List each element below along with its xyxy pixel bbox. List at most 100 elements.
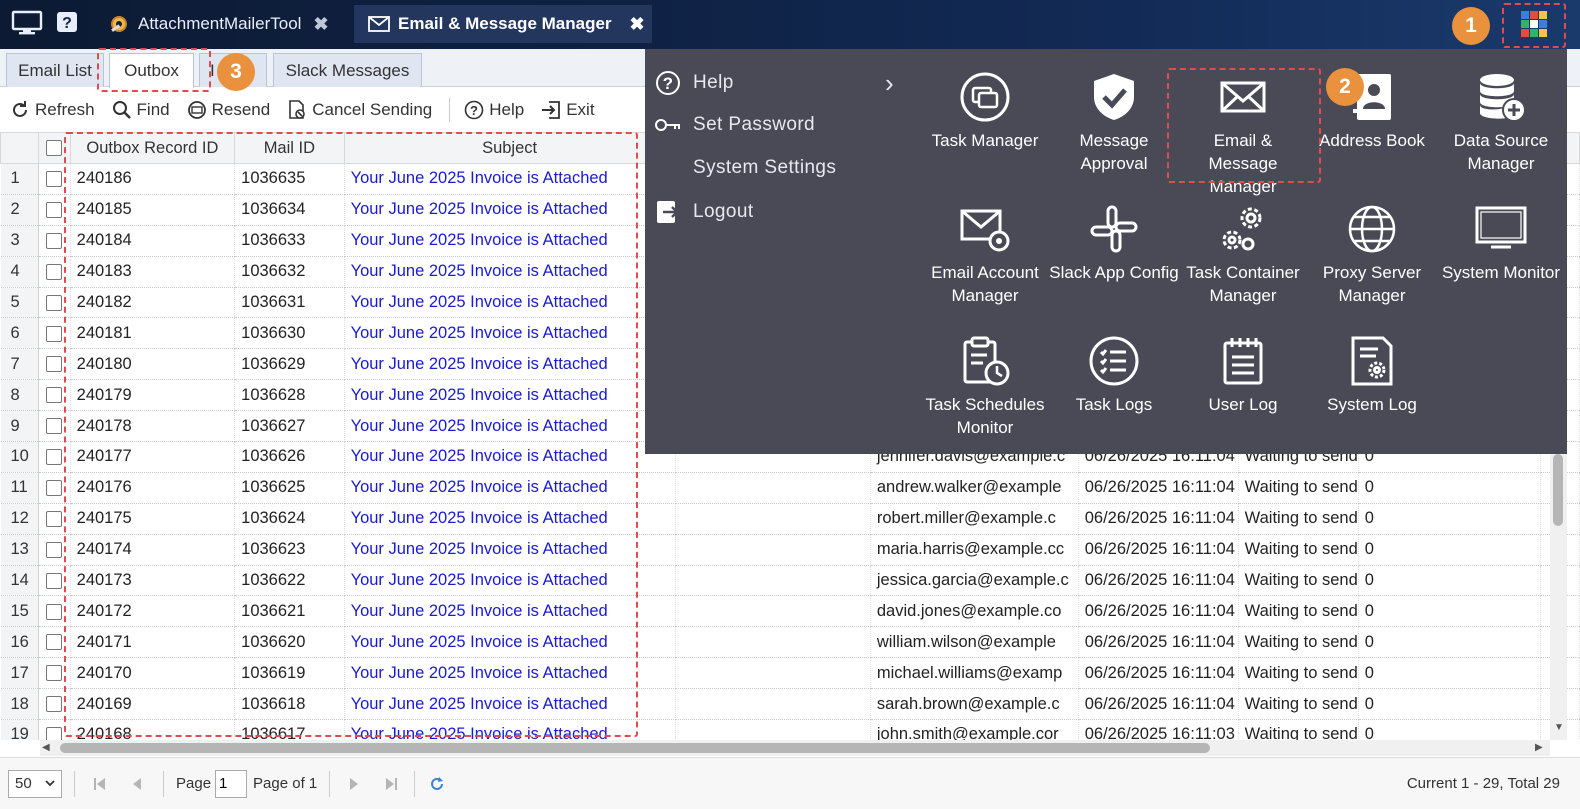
app-tab-label: Email & Message Manager (398, 14, 612, 33)
tile-data-source-manager[interactable]: Data Source Manager (1436, 71, 1566, 175)
exit-button[interactable]: Exit (541, 100, 595, 120)
app-tab-label: AttachmentMailerTool (138, 14, 302, 33)
chevron-right-icon: › (885, 68, 895, 98)
empty-cell (675, 657, 871, 690)
document-gear-icon (1307, 335, 1437, 387)
tile-label: Task Manager (931, 131, 1039, 150)
help-icon[interactable]: ? (56, 11, 78, 33)
last-page-icon[interactable] (384, 777, 398, 791)
highlight-box (64, 132, 638, 737)
app-tab-attachmentmailertool[interactable]: AttachmentMailerTool ✖ (104, 5, 339, 43)
tab-email-list[interactable]: Email List (6, 53, 104, 87)
tile-label: Address Book (1319, 131, 1425, 150)
tile-label: System Monitor (1441, 263, 1561, 282)
tile-label: Proxy Server Manager (1322, 263, 1422, 305)
empty-cell (675, 472, 871, 504)
page-size-select[interactable]: 50 (8, 769, 62, 798)
refresh-button[interactable]: Refresh (10, 100, 95, 120)
resend-button[interactable]: Resend (187, 99, 271, 120)
retry-count-cell: 0 (1358, 626, 1542, 659)
resend-icon (187, 100, 207, 120)
row-number: 3 (0, 225, 39, 257)
step-badge: 2 (1326, 68, 1364, 106)
menu-item-label: System Settings (693, 157, 837, 178)
row-number: 13 (0, 534, 39, 566)
tile-task-schedules-monitor[interactable]: Task Schedules Monitor (920, 335, 1050, 439)
tile-email-account-manager[interactable]: Email Account Manager (920, 203, 1050, 307)
recipient-cell: jessica.garcia@example.c (870, 565, 1079, 597)
reload-icon[interactable] (429, 776, 445, 792)
send-time-cell: 06/26/2025 16:11:03 (1078, 719, 1239, 740)
refresh-icon (10, 100, 30, 120)
status-cell: Waiting to send (1238, 688, 1359, 721)
menu-item-logout[interactable]: Logout (655, 199, 754, 225)
recipient-cell: andrew.walker@example (870, 472, 1079, 504)
first-page-icon[interactable] (93, 777, 107, 791)
clipboard-clock-icon (920, 335, 1050, 387)
row-number: 12 (0, 503, 39, 535)
tile-task-container-manager[interactable]: Task Container Manager (1178, 203, 1308, 307)
menu-item-system-settings[interactable]: System Settings (655, 157, 836, 179)
tile-label: Message Approval (1079, 131, 1149, 173)
tile-label: User Log (1208, 395, 1278, 414)
horizontal-scroll-thumb[interactable] (60, 743, 1210, 753)
menu-item-label: Help (693, 72, 734, 93)
vertical-scroll-thumb[interactable] (1553, 454, 1563, 526)
row-number: 1 (0, 163, 39, 195)
next-page-icon[interactable] (348, 777, 360, 791)
tile-task-manager[interactable]: Task Manager (920, 71, 1050, 152)
close-tab-icon[interactable]: ✖ (313, 14, 328, 35)
tab-slack-messages[interactable]: Slack Messages (273, 53, 422, 87)
page-number-input[interactable] (215, 769, 248, 798)
find-button[interactable]: Find (112, 100, 170, 120)
recipient-cell: maria.harris@example.cc (870, 534, 1079, 566)
menu-item-help[interactable]: ? Help › (655, 70, 894, 96)
highlight-box (1502, 3, 1566, 48)
question-circle-icon: ? (464, 100, 484, 120)
monitor-icon[interactable] (11, 10, 43, 36)
tile-user-log[interactable]: User Log (1178, 335, 1308, 416)
app-tab-email-message-manager[interactable]: Email & Message Manager ✖ (354, 5, 652, 43)
retry-count-cell: 0 (1358, 595, 1542, 628)
retry-count-cell: 0 (1358, 565, 1542, 597)
empty-cell (675, 595, 871, 628)
tile-label: Email Account Manager (931, 263, 1039, 305)
refresh-label: Refresh (35, 99, 95, 119)
help-button[interactable]: ? Help (464, 100, 524, 120)
tile-slack-app-config[interactable]: Slack App Config (1049, 203, 1179, 284)
send-time-cell: 06/26/2025 16:11:04 (1078, 503, 1239, 535)
envelope-icon (368, 16, 390, 32)
previous-page-icon[interactable] (131, 777, 143, 791)
cancel-sending-label: Cancel Sending (312, 99, 433, 119)
tile-label: Task Logs (1075, 395, 1153, 414)
resend-label: Resend (211, 99, 271, 119)
scroll-left-arrow-icon[interactable]: ◀ (42, 742, 50, 753)
step-badge: 1 (1452, 7, 1490, 45)
page-label: Page (176, 775, 212, 792)
scroll-down-arrow-icon[interactable]: ▼ (1554, 722, 1564, 733)
menu-item-set-password[interactable]: Set Password (655, 114, 815, 136)
tile-proxy-server-manager[interactable]: Proxy Server Manager (1307, 203, 1437, 307)
row-number: 10 (0, 441, 39, 473)
tile-message-approval[interactable]: Message Approval (1049, 71, 1179, 175)
chevron-down-icon (45, 780, 55, 787)
database-plus-icon (1436, 71, 1566, 123)
retry-count-cell: 0 (1358, 472, 1542, 504)
close-tab-icon[interactable]: ✖ (630, 14, 645, 35)
question-circle-icon: ? (655, 70, 681, 96)
send-time-cell: 06/26/2025 16:11:04 (1078, 688, 1239, 721)
tile-task-logs[interactable]: Task Logs (1049, 335, 1179, 416)
envelope-gear-icon (920, 203, 1050, 255)
tile-system-monitor[interactable]: System Monitor (1436, 203, 1566, 284)
exit-icon (541, 100, 561, 120)
retry-count-cell: 0 (1358, 657, 1542, 690)
monitor-icon (1436, 203, 1566, 255)
horizontal-scrollbar[interactable]: ◀ ▶ (40, 740, 1550, 756)
empty-cell (675, 688, 871, 721)
tile-label: Task Schedules Monitor (925, 395, 1045, 437)
page-of-label: Page of 1 (253, 775, 318, 792)
cancel-sending-button[interactable]: Cancel Sending (287, 100, 432, 120)
tile-system-log[interactable]: System Log (1307, 335, 1437, 416)
status-cell: Waiting to send (1238, 626, 1359, 659)
scroll-right-arrow-icon[interactable]: ▶ (1535, 742, 1543, 753)
